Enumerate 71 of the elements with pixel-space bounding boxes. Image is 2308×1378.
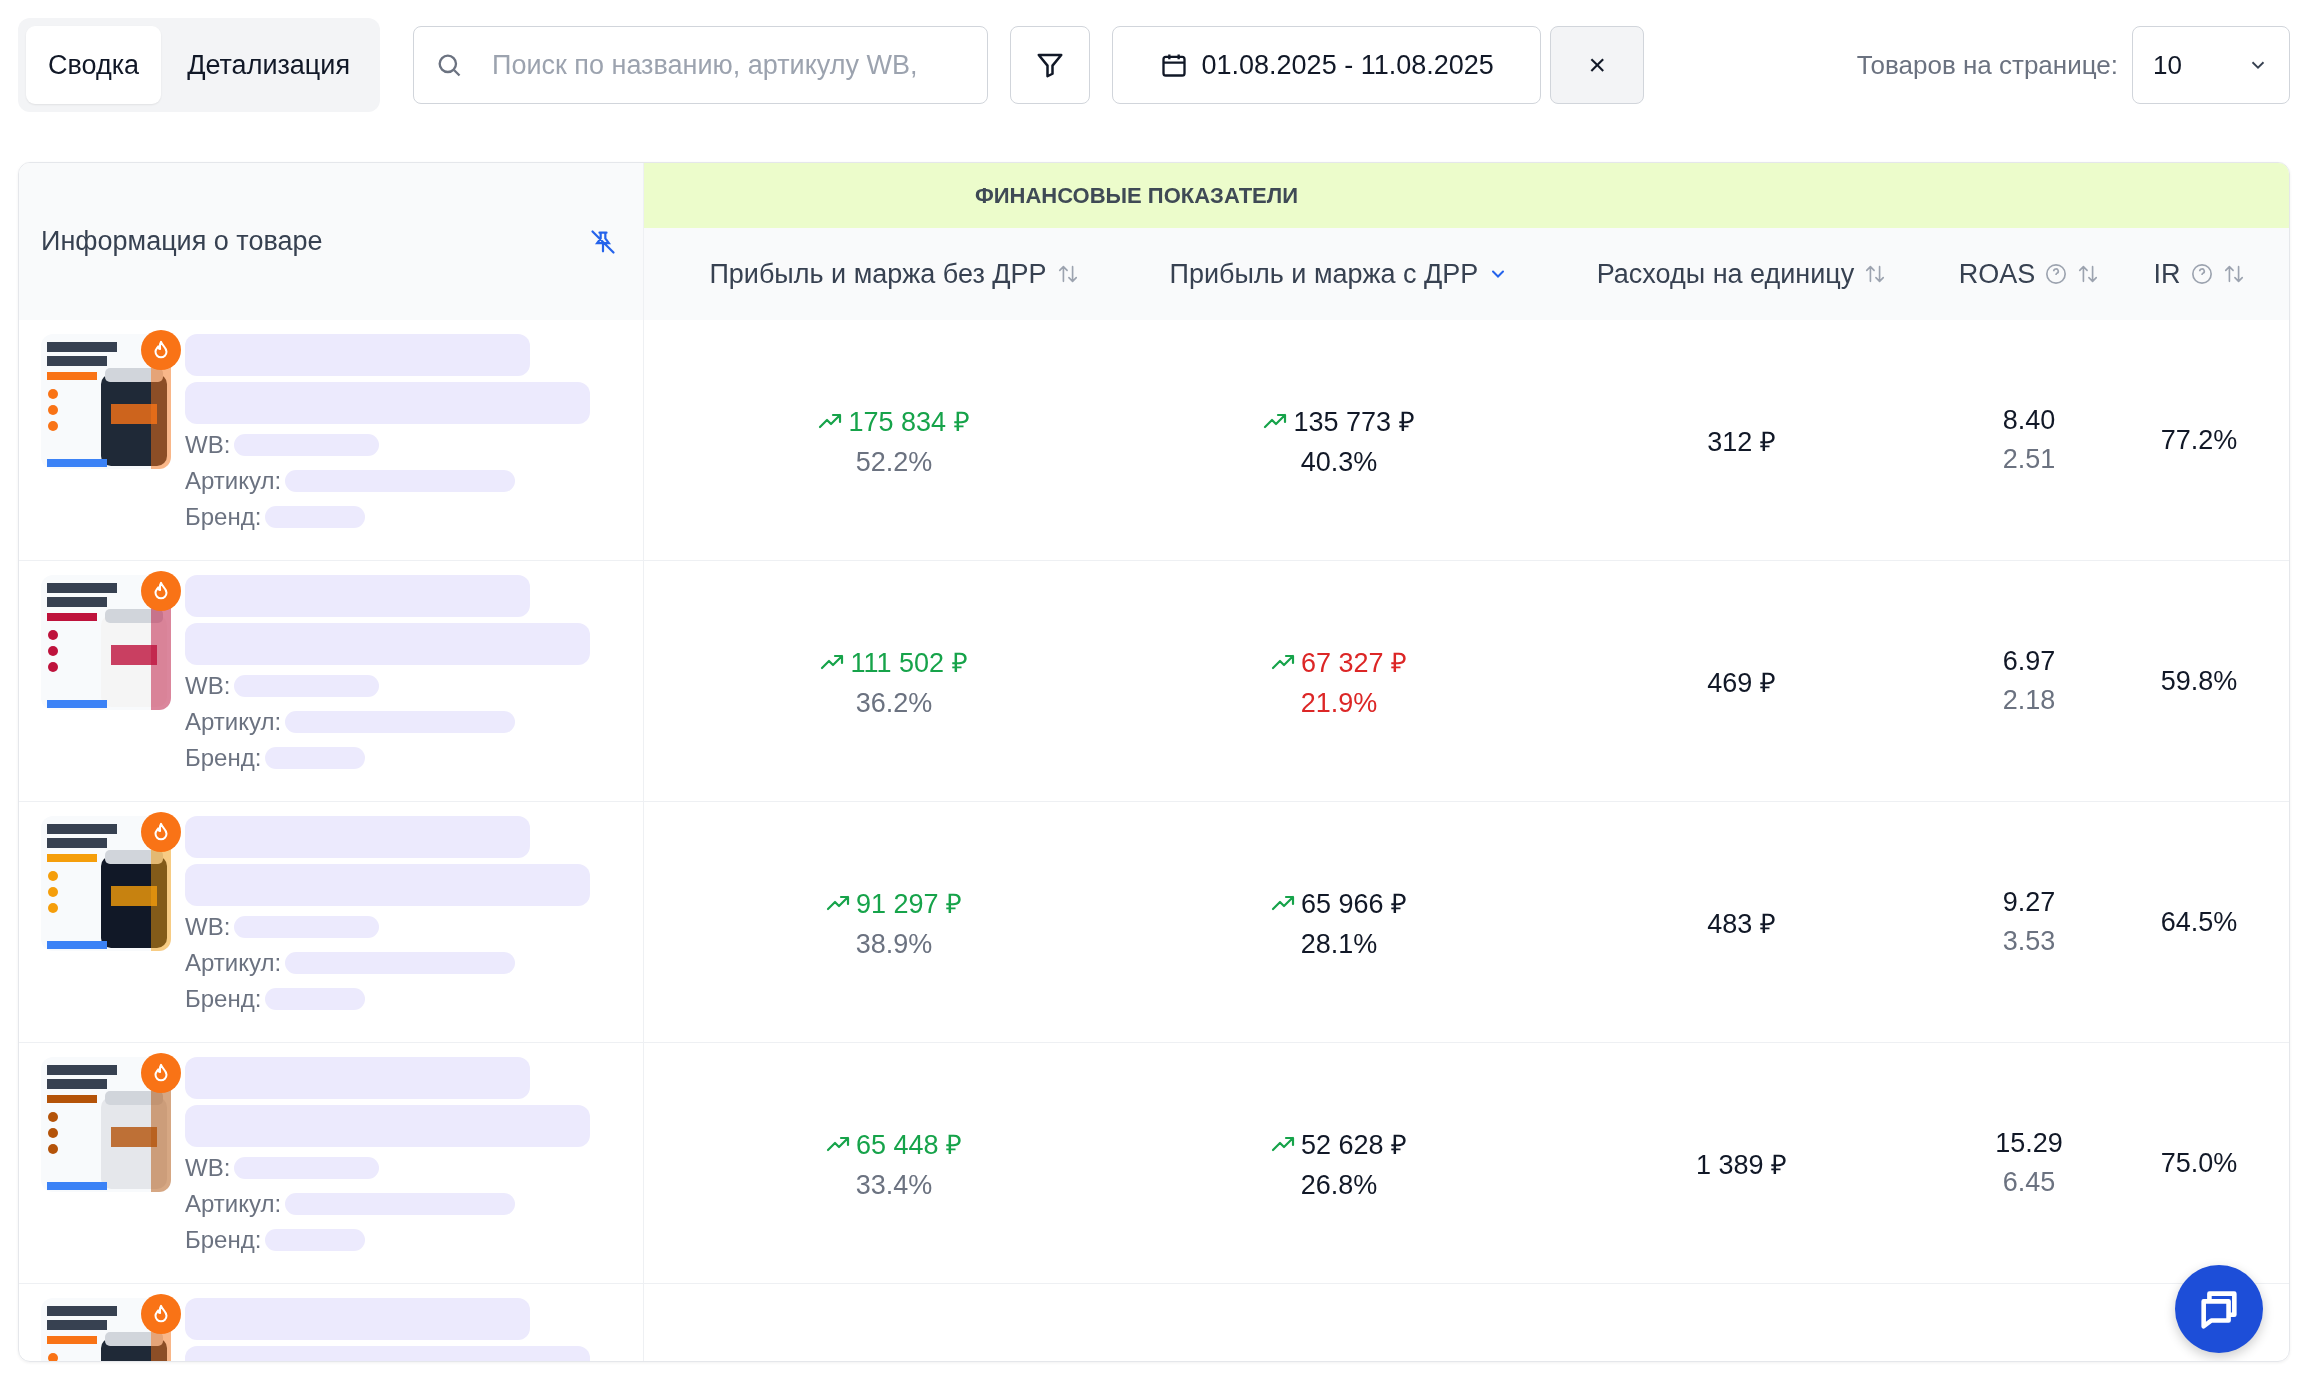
column-header[interactable]: Расходы на единицу bbox=[1596, 258, 1855, 290]
margin-value: 33.4% bbox=[855, 1170, 933, 1201]
profit-value: 135 773 ₽ bbox=[1293, 406, 1415, 439]
chat-button[interactable] bbox=[2175, 1265, 2263, 1353]
profit-value: 65 966 ₽ bbox=[1300, 888, 1408, 921]
ir-value: 64.5% bbox=[2160, 906, 2238, 938]
page-size-label: Товаров на странице: bbox=[1856, 49, 2118, 81]
trend-up-icon bbox=[1270, 653, 1295, 670]
roas-secondary: 2.18 bbox=[2002, 685, 2056, 716]
view-tab[interactable]: Детализация bbox=[165, 26, 373, 104]
field-label: WB: bbox=[185, 672, 231, 700]
field-label: Бренд: bbox=[185, 503, 262, 531]
unit-cost: 312 ₽ bbox=[1707, 425, 1776, 459]
view-tab[interactable]: Сводка bbox=[26, 26, 162, 104]
search-field[interactable]: Поиск по названию, артикулу WB, bbox=[413, 26, 989, 104]
field-label: WB: bbox=[185, 431, 231, 459]
field-label: Артикул: bbox=[185, 467, 282, 495]
field-label: Бренд: bbox=[185, 744, 262, 772]
trend-up-icon bbox=[1270, 894, 1295, 911]
unit-cost: 469 ₽ bbox=[1707, 666, 1776, 700]
trend-up-icon bbox=[825, 1135, 850, 1152]
unit-cost: 1 389 ₽ bbox=[1695, 1148, 1788, 1182]
column-header[interactable]: IR bbox=[2153, 258, 2181, 290]
roas-secondary: 2.51 bbox=[2002, 444, 2056, 475]
roas-value: 9.27 bbox=[2002, 887, 2056, 918]
roas-value: 15.29 bbox=[1995, 1128, 2063, 1159]
page-size-select[interactable]: 10 bbox=[2132, 26, 2290, 104]
roas-secondary: 6.45 bbox=[2002, 1167, 2056, 1198]
column-header[interactable]: Прибыль и маржа с ДРР bbox=[1169, 258, 1479, 290]
trend-up-icon bbox=[1263, 412, 1288, 429]
profit-value: 91 297 ₽ bbox=[855, 888, 963, 921]
margin-value: 52.2% bbox=[855, 447, 933, 478]
help-icon[interactable] bbox=[2045, 263, 2068, 285]
margin-value: 40.3% bbox=[1300, 447, 1378, 478]
unit-cost: 483 ₽ bbox=[1707, 907, 1776, 941]
margin-value: 36.2% bbox=[855, 688, 933, 719]
profit-value: 67 327 ₽ bbox=[1300, 647, 1408, 680]
roas-secondary: 3.53 bbox=[2002, 926, 2056, 957]
ir-value: 75.0% bbox=[2160, 1147, 2238, 1179]
column-header[interactable]: ROAS bbox=[1958, 258, 2036, 290]
ir-value: 59.8% bbox=[2160, 665, 2238, 697]
unpin-icon[interactable] bbox=[589, 227, 617, 256]
trend-up-icon bbox=[820, 653, 845, 670]
column-header[interactable]: Прибыль и маржа без ДРР bbox=[709, 258, 1047, 290]
roas-value: 8.40 bbox=[2002, 405, 2056, 436]
field-label: Бренд: bbox=[185, 985, 262, 1013]
clear-date-button[interactable]: × bbox=[1550, 26, 1645, 104]
ir-value: 77.2% bbox=[2160, 424, 2238, 456]
trend-up-icon bbox=[818, 412, 843, 429]
group-title: ФИНАНСОВЫЕ ПОКАЗАТЕЛИ bbox=[973, 182, 1300, 209]
field-label: Артикул: bbox=[185, 1190, 282, 1218]
margin-value: 26.8% bbox=[1300, 1170, 1378, 1201]
trend-up-icon bbox=[1270, 1135, 1295, 1152]
field-label: Бренд: bbox=[185, 1226, 262, 1254]
trend-up-icon bbox=[825, 894, 850, 911]
profit-value: 65 448 ₽ bbox=[855, 1129, 963, 1162]
filter-button[interactable] bbox=[1010, 26, 1091, 104]
margin-value: 21.9% bbox=[1300, 688, 1378, 719]
profit-value: 111 502 ₽ bbox=[850, 647, 968, 680]
help-icon[interactable] bbox=[2190, 263, 2213, 285]
column-header: Информация о товаре bbox=[41, 226, 323, 257]
field-label: Артикул: bbox=[185, 708, 282, 736]
field-label: WB: bbox=[185, 1154, 231, 1182]
field-label: Артикул: bbox=[185, 949, 282, 977]
field-label: WB: bbox=[185, 913, 231, 941]
margin-value: 28.1% bbox=[1300, 929, 1378, 960]
profit-value: 52 628 ₽ bbox=[1300, 1129, 1408, 1162]
margin-value: 38.9% bbox=[855, 929, 933, 960]
profit-value: 175 834 ₽ bbox=[848, 406, 970, 439]
roas-value: 6.97 bbox=[2002, 646, 2056, 677]
date-range-button[interactable]: 01.08.2025 - 11.08.2025 bbox=[1112, 26, 1542, 104]
